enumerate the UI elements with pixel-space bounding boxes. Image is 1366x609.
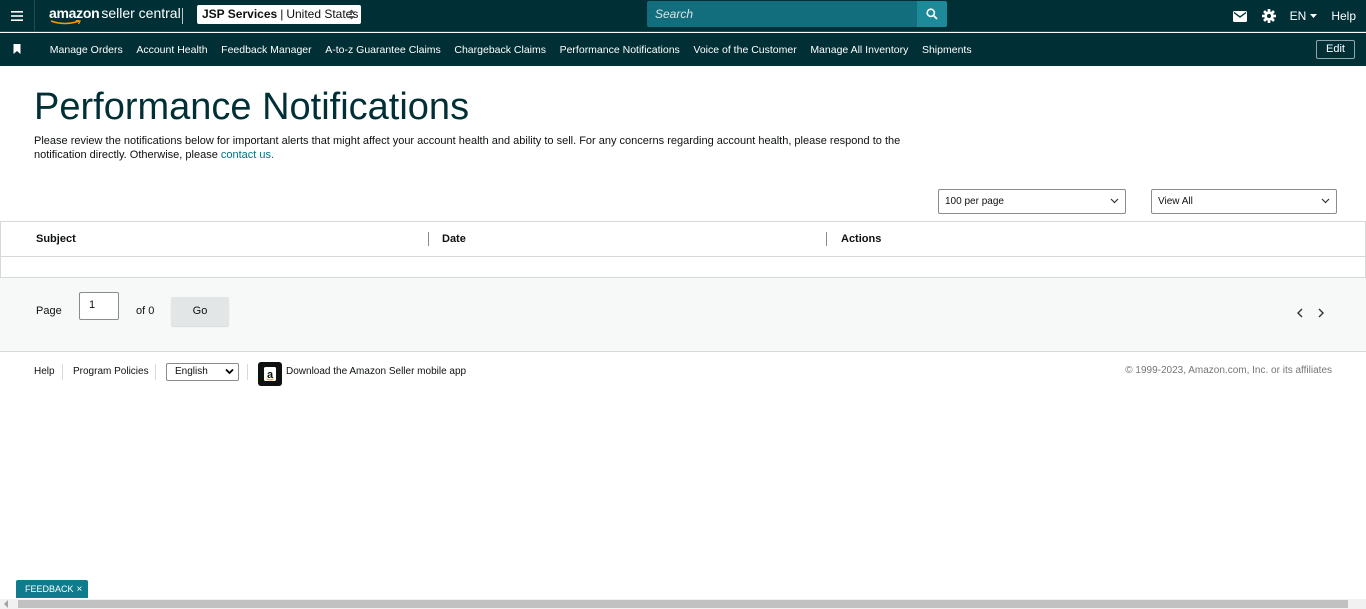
bookmark-icon[interactable]: [13, 44, 21, 54]
page-count: of 0: [136, 305, 155, 317]
amazon-a-icon: a: [264, 367, 276, 381]
help-link[interactable]: Help: [1331, 9, 1356, 23]
footer-language-value: English: [175, 366, 208, 377]
language-selector[interactable]: EN: [1290, 9, 1318, 23]
column-date[interactable]: Date: [442, 222, 466, 257]
amazon-app-icon[interactable]: a: [258, 362, 282, 386]
header-utilities: EN Help: [1232, 0, 1356, 32]
column-divider: [428, 232, 429, 246]
page-number-input[interactable]: 1: [79, 292, 119, 320]
previous-page-icon[interactable]: [1296, 308, 1304, 318]
filter-value: View All: [1158, 196, 1193, 207]
page-description: Please review the notifications below fo…: [34, 134, 924, 162]
chevron-down-icon: [1321, 198, 1330, 204]
amazon-smile-icon: [50, 20, 81, 25]
language-label: EN: [1289, 9, 1307, 23]
column-subject[interactable]: Subject: [36, 222, 76, 257]
nav-voice-of-customer[interactable]: Voice of the Customer: [687, 44, 804, 56]
top-header: amazon seller central JSP Services | United…: [0, 0, 1366, 32]
nav-manage-inventory[interactable]: Manage All Inventory: [804, 44, 916, 56]
scroll-left-arrow-icon[interactable]: [3, 600, 9, 608]
logo-divider: [182, 8, 183, 24]
footer-help-link[interactable]: Help: [34, 366, 55, 377]
footer-divider: [247, 364, 248, 380]
account-divider: |: [280, 7, 284, 21]
nav-account-health[interactable]: Account Health: [130, 44, 215, 56]
gear-icon: [1261, 9, 1276, 23]
nav-chargeback-claims[interactable]: Chargeback Claims: [448, 44, 553, 56]
filter-select[interactable]: View All: [1151, 189, 1337, 214]
search-input[interactable]: Search: [647, 1, 918, 27]
scrollbar-thumb[interactable]: [18, 600, 1348, 608]
feedback-tab[interactable]: FEEDBACK ×: [16, 580, 89, 598]
per-page-value: 100 per page: [945, 196, 1004, 207]
table-header: Subject Date Actions: [1, 222, 1365, 257]
caret-down-icon: [1310, 14, 1318, 18]
nav-feedback-manager[interactable]: Feedback Manager: [214, 44, 318, 56]
mail-icon: [1232, 10, 1247, 22]
nav-manage-orders[interactable]: Manage Orders: [43, 44, 130, 56]
footer-language-select[interactable]: English: [166, 363, 239, 381]
description-text: Please review the notifications below fo…: [34, 135, 901, 161]
copyright-text: © 1999-2023, Amazon.com, Inc. or its aff…: [1125, 365, 1332, 376]
bookmark-nav-bar: Manage Orders Account Health Feedback Ma…: [0, 33, 1366, 66]
contact-us-link[interactable]: contact us.: [221, 149, 274, 161]
pagination-bar: Page 1 of 0 Go: [0, 278, 1366, 352]
messages-button[interactable]: [1232, 10, 1247, 22]
program-policies-link[interactable]: Program Policies: [73, 366, 149, 377]
nav-performance-notifications[interactable]: Performance Notifications: [553, 44, 687, 56]
edit-nav-button[interactable]: Edit: [1316, 40, 1355, 59]
next-page-icon[interactable]: [1317, 308, 1325, 318]
chevron-down-icon: [1110, 198, 1119, 204]
footer-divider: [62, 364, 63, 380]
up-down-caret-icon: [348, 9, 355, 20]
nav-a-to-z-claims[interactable]: A-to-z Guarantee Claims: [318, 44, 447, 56]
notifications-table: Subject Date Actions: [0, 221, 1366, 278]
horizontal-scrollbar[interactable]: [0, 599, 1366, 609]
page-title: Performance Notifications: [34, 86, 470, 128]
nav-links: Manage Orders Account Health Feedback Ma…: [43, 33, 978, 66]
logo-brand: amazon: [49, 5, 100, 21]
search-button[interactable]: [917, 1, 947, 27]
mobile-app-link[interactable]: Download the Amazon Seller mobile app: [286, 366, 466, 377]
page-footer: Help Program Policies English a Download…: [0, 352, 1366, 392]
feedback-close-icon[interactable]: ×: [77, 584, 83, 595]
feedback-label: FEEDBACK: [25, 584, 74, 594]
footer-divider: [155, 364, 156, 380]
nav-shipments[interactable]: Shipments: [915, 44, 978, 56]
results-per-page-select[interactable]: 100 per page: [938, 189, 1126, 214]
page-label: Page: [36, 305, 62, 317]
logo-suffix: seller central: [101, 5, 181, 21]
seller-central-logo[interactable]: amazon seller central: [49, 5, 181, 27]
chevron-down-icon: [225, 368, 234, 375]
column-divider: [826, 232, 827, 246]
column-actions: Actions: [841, 233, 882, 245]
account-switcher[interactable]: JSP Services | United States: [197, 5, 361, 24]
hamburger-menu-icon: [11, 11, 23, 21]
account-name: JSP Services: [202, 7, 278, 21]
hamburger-menu-button[interactable]: [0, 0, 35, 32]
settings-button[interactable]: [1261, 9, 1276, 23]
search-icon: [926, 8, 938, 20]
go-button[interactable]: Go: [171, 297, 229, 326]
